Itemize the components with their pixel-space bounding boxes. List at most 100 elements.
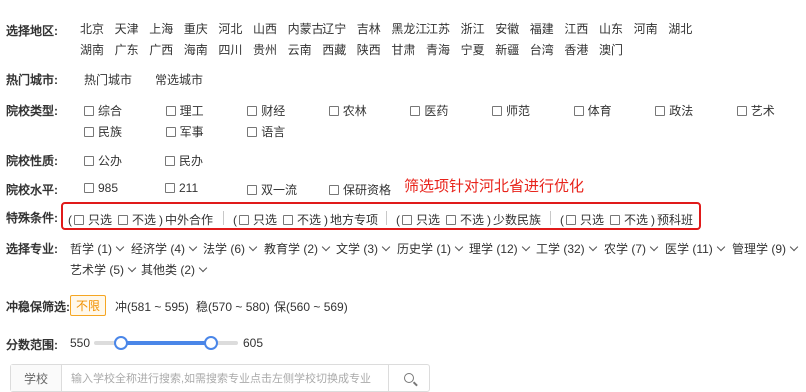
chong-option[interactable]: 冲(581 ~ 595): [115, 298, 189, 315]
checkbox-label: 民族: [98, 125, 123, 139]
unlimited-option[interactable]: 不限: [70, 295, 107, 316]
special-group-name: 中外合作: [165, 213, 214, 227]
major-label: 医学 (11): [665, 242, 713, 256]
major-category[interactable]: 管理学 (9): [732, 240, 799, 257]
checkbox-icon: [402, 214, 412, 225]
separator: [550, 211, 551, 225]
school-nature-label: 院校性质:: [6, 154, 58, 168]
checkbox-label: 医药: [424, 104, 449, 118]
special-only-checkbox[interactable]: 只选: [74, 211, 112, 228]
search-button[interactable]: [388, 365, 429, 391]
wen-option[interactable]: 稳(570 ~ 580): [196, 298, 270, 315]
checkbox-school-type[interactable]: 师范: [492, 102, 530, 119]
special-exclude-checkbox[interactable]: 不选: [446, 211, 484, 228]
chevron-down-icon: [454, 242, 464, 252]
checkbox-label: 体育: [587, 104, 612, 118]
checkbox-icon: [446, 214, 457, 225]
major-label: 选择专业:: [6, 242, 58, 256]
major-label: 理学 (12): [469, 242, 518, 256]
checkbox-icon: [84, 155, 94, 166]
special-group-name: 少数民族: [493, 213, 542, 227]
special-group: (只选 不选) 地方专项: [233, 211, 378, 228]
checkbox-label: 军事: [179, 125, 204, 139]
checkbox-icon: [283, 214, 294, 225]
paren: ): [651, 212, 656, 227]
major-label: 农学 (7): [604, 242, 647, 256]
chevron-down-icon: [188, 242, 198, 252]
search-input[interactable]: [69, 367, 393, 391]
major-category[interactable]: 法学 (6): [203, 240, 258, 257]
checkbox-school-type[interactable]: 综合: [84, 102, 122, 119]
major-category[interactable]: 文学 (3): [336, 240, 391, 257]
checkbox-label: 只选: [253, 213, 278, 227]
major-category[interactable]: 艺术学 (5): [70, 261, 137, 278]
major-category[interactable]: 教育学 (2): [264, 240, 331, 257]
major-category[interactable]: 历史学 (1): [397, 240, 464, 257]
major-category[interactable]: 医学 (11): [665, 240, 726, 257]
checkbox-icon: [84, 105, 94, 116]
major-category[interactable]: 理学 (12): [469, 240, 530, 257]
major-label: 哲学 (1): [70, 242, 113, 256]
checkbox-postgrad-recommend[interactable]: 保研资格: [329, 181, 391, 198]
score-slider-max-handle[interactable]: [204, 336, 218, 350]
chevron-down-icon: [321, 242, 331, 252]
checkbox-label: 农林: [342, 104, 367, 118]
score-max: 605: [243, 336, 264, 350]
checkbox-icon: [573, 105, 584, 116]
major-category[interactable]: 经济学 (4): [131, 240, 198, 257]
major-label: 经济学 (4): [131, 242, 186, 256]
frequent-city-option[interactable]: 常选城市: [155, 71, 203, 88]
special-only-checkbox[interactable]: 只选: [239, 211, 277, 228]
checkbox-211[interactable]: 211: [165, 181, 198, 195]
checkbox-label: 理工: [179, 104, 204, 118]
special-exclude-checkbox[interactable]: 不选: [283, 211, 321, 228]
checkbox-school-type[interactable]: 医药: [410, 102, 448, 119]
checkbox-school-type[interactable]: 财经: [247, 102, 285, 119]
major-label: 工学 (32): [536, 242, 585, 256]
major-label: 法学 (6): [203, 242, 246, 256]
major-category[interactable]: 其他类 (2): [141, 261, 208, 278]
checkbox-school-type[interactable]: 体育: [573, 102, 612, 119]
checkbox-icon: [736, 105, 747, 116]
region-option[interactable]: 湖北: [668, 20, 708, 37]
checkbox-private[interactable]: 民办: [165, 152, 203, 169]
checkbox-label: 不选: [297, 213, 322, 227]
score-slider-min-handle[interactable]: [114, 336, 128, 350]
hot-city-option[interactable]: 热门城市: [84, 71, 132, 88]
checkbox-school-type[interactable]: 理工: [165, 102, 204, 119]
major-label: 文学 (3): [336, 242, 379, 256]
checkbox-label: 师范: [506, 104, 531, 118]
checkbox-school-type[interactable]: 语言: [247, 123, 285, 140]
checkbox-school-type[interactable]: 政法: [655, 102, 693, 119]
special-only-checkbox[interactable]: 只选: [402, 211, 440, 228]
paren: ): [159, 212, 164, 227]
special-only-checkbox[interactable]: 只选: [566, 211, 604, 228]
checkbox-double-first-class[interactable]: 双一流: [247, 181, 297, 198]
special-exclude-checkbox[interactable]: 不选: [610, 211, 648, 228]
checkbox-985[interactable]: 985: [84, 181, 118, 195]
checkbox-icon: [328, 105, 339, 116]
bao-option[interactable]: 保(560 ~ 569): [274, 298, 348, 315]
checkbox-label: 只选: [580, 213, 605, 227]
major-category[interactable]: 哲学 (1): [70, 240, 125, 257]
checkbox-icon: [165, 105, 176, 116]
checkbox-school-type[interactable]: 农林: [328, 102, 367, 119]
checkbox-school-type[interactable]: 艺术: [736, 102, 775, 119]
chevron-down-icon: [789, 242, 799, 252]
checkbox-icon: [566, 214, 576, 225]
school-level-label: 院校水平:: [6, 183, 58, 197]
search-type-select[interactable]: 学校: [11, 365, 62, 391]
checkbox-icon: [165, 155, 175, 166]
checkbox-school-type[interactable]: 军事: [165, 123, 204, 140]
chevron-down-icon: [588, 242, 597, 252]
chevron-down-icon: [716, 242, 726, 252]
major-category[interactable]: 农学 (7): [604, 240, 659, 257]
major-category[interactable]: 工学 (32): [536, 240, 597, 257]
region-option[interactable]: 澳门: [599, 41, 639, 58]
checkbox-public[interactable]: 公办: [84, 152, 122, 169]
special-exclude-checkbox[interactable]: 不选: [118, 211, 156, 228]
paren: (: [233, 212, 237, 227]
checkbox-school-type[interactable]: 民族: [84, 123, 122, 140]
special-group: (只选 不选) 预科班: [560, 211, 693, 228]
score-slider-fill: [120, 341, 210, 345]
